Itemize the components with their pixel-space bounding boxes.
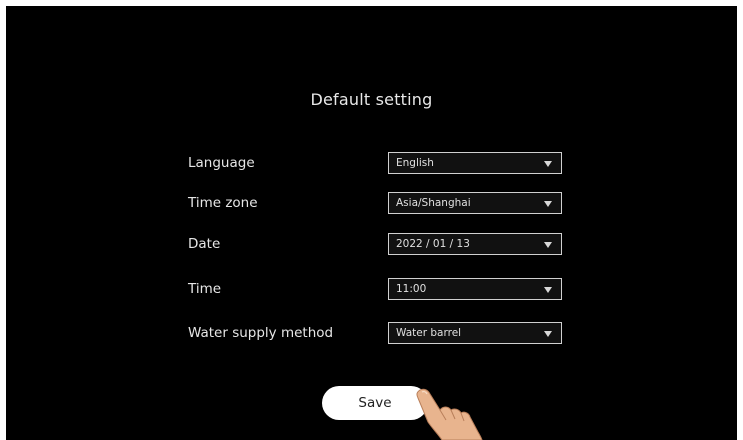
date-label: Date — [188, 236, 221, 252]
language-select[interactable]: English — [388, 152, 562, 174]
time-zone-select[interactable]: Asia/Shanghai — [388, 192, 562, 214]
caret-down-icon — [544, 161, 552, 167]
settings-screen: Default setting Language English Time zo… — [6, 6, 737, 440]
date-value: 2022 / 01 / 13 — [396, 238, 470, 250]
setting-row-language: Language English — [188, 152, 568, 176]
language-value: English — [396, 157, 434, 169]
page-title: Default setting — [310, 90, 433, 109]
setting-row-time-zone: Time zone Asia/Shanghai — [188, 192, 568, 216]
time-zone-label: Time zone — [188, 195, 258, 211]
time-label: Time — [188, 281, 222, 297]
caret-down-icon — [544, 201, 552, 207]
time-value: 11:00 — [396, 283, 427, 295]
caret-down-icon — [544, 287, 552, 293]
time-zone-value: Asia/Shanghai — [396, 197, 471, 209]
water-supply-select[interactable]: Water barrel — [388, 322, 562, 344]
water-supply-value: Water barrel — [396, 327, 462, 339]
caret-down-icon — [544, 331, 552, 337]
date-select[interactable]: 2022 / 01 / 13 — [388, 233, 562, 255]
time-select[interactable]: 11:00 — [388, 278, 562, 300]
language-label: Language — [188, 155, 255, 171]
save-button[interactable]: Save — [322, 386, 428, 420]
setting-row-water-supply: Water supply method Water barrel — [188, 322, 568, 346]
caret-down-icon — [544, 242, 552, 248]
water-supply-label: Water supply method — [188, 325, 334, 341]
setting-row-time: Time 11:00 — [188, 278, 568, 302]
setting-row-date: Date 2022 / 01 / 13 — [188, 233, 568, 257]
